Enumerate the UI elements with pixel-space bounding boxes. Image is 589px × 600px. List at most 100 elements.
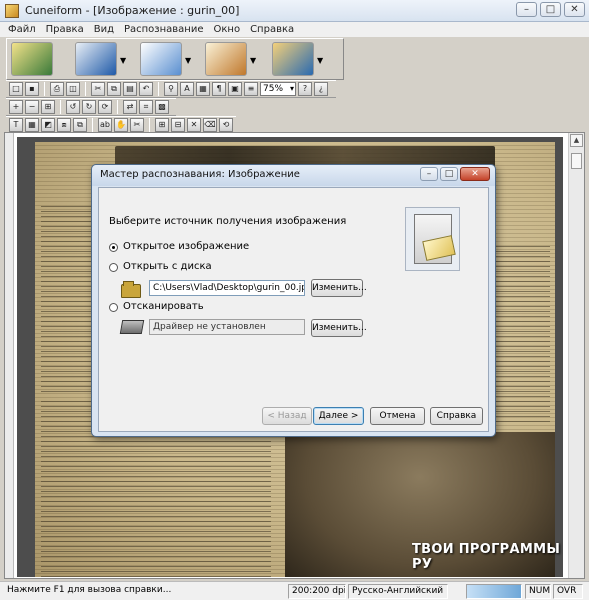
minimize-button[interactable]: – [516,2,537,17]
export-dropdown-icon[interactable]: ▼ [317,56,323,65]
rotate-right-icon[interactable]: ↻ [82,100,96,114]
toolbar-divider [85,82,86,96]
find-icon[interactable]: ⚲ [164,82,178,96]
toolbar-divider [117,100,118,114]
dialog-minimize-button[interactable]: – [420,167,438,181]
print-icon[interactable]: ⎙ [50,82,64,96]
change-file-button[interactable]: Изменить... [311,279,367,297]
delete-icon[interactable]: ✕ [187,118,201,132]
clear-icon[interactable]: ⌫ [203,118,217,132]
export-button-icon[interactable] [272,42,314,76]
image-props-icon[interactable]: ▩ [155,100,169,114]
dialog-close-button[interactable]: ✕ [460,167,490,181]
scanner-button-icon[interactable] [75,42,117,76]
hand-icon[interactable]: ✋ [114,118,128,132]
split-block-icon[interactable]: ⧉ [73,118,87,132]
undo-icon[interactable]: ↶ [139,82,153,96]
status-dpi: 200:200 dpi [288,584,346,599]
source-prompt: Выберите источник получения изображения [109,216,347,227]
menu-file[interactable]: Файл [8,24,36,35]
dialog-titlebar: Мастер распознавания: Изображение – □ ✕ [92,165,495,186]
table-block-icon[interactable]: ▦ [25,118,39,132]
menu-view[interactable]: Вид [94,24,114,35]
fit-page-icon[interactable]: ⊞ [41,100,55,114]
toolbar-divider [60,100,61,114]
flip-icon[interactable]: ⇄ [123,100,137,114]
zoom-in-icon[interactable]: + [9,100,23,114]
status-language: Русско-Английский [348,584,448,599]
paste-icon[interactable]: ▤ [123,82,137,96]
toolbar-standard: □ ▪ ⎙ ◫ ✂ ⧉ ▤ ↶ ⚲ A ▦ ¶ ▣ ≡ 75% ? ¿ [6,80,336,98]
toolbar-divider [44,82,45,96]
cancel-button[interactable]: Отмена [370,407,425,425]
new-icon[interactable]: □ [9,82,23,96]
print-preview-icon[interactable]: ◫ [66,82,80,96]
save-icon[interactable]: ▪ [25,82,39,96]
radio-open-image[interactable] [109,243,118,252]
maximize-button[interactable]: □ [540,2,561,17]
radio-scan[interactable] [109,303,118,312]
spellcheck-button-icon[interactable] [205,42,247,76]
title-bar: Cuneiform - [Изображение : gurin_00] – □… [0,0,589,22]
scroll-up-icon[interactable]: ▲ [570,134,583,147]
table-icon[interactable]: ▦ [196,82,210,96]
hint-icon[interactable]: ? [298,82,312,96]
dialog-maximize-button[interactable]: □ [440,167,458,181]
app-icon [5,3,19,18]
zoom-select[interactable]: 75% [260,82,296,96]
menu-window[interactable]: Окно [214,24,241,35]
window-title: Cuneiform - [Изображение : gurin_00] [25,4,240,17]
add-column-icon[interactable]: ⊟ [171,118,185,132]
recognition-wizard-dialog: Мастер распознавания: Изображение – □ ✕ … [91,164,496,437]
orientation-icon[interactable]: ab [98,118,112,132]
recognize-button-icon[interactable] [140,42,182,76]
status-progress [466,584,522,599]
toolbar-divider [149,118,150,132]
file-path-field[interactable]: C:\Users\Vlad\Desktop\gurin_00.jpg [149,280,305,296]
pilcrow-icon[interactable]: ¶ [212,82,226,96]
option-open-image-label[interactable]: Открытое изображение [123,241,249,252]
rotate-180-icon[interactable]: ⟳ [98,100,112,114]
watermark: ТВОИ ПРОГРАММЫ РУ [412,542,561,572]
option-scan-label[interactable]: Отсканировать [123,301,204,312]
picture-block-icon[interactable]: ◩ [41,118,55,132]
status-num: NUM [525,584,551,599]
next-button[interactable]: Далее > [313,407,364,425]
help-button[interactable]: Справка [430,407,483,425]
text-block-icon[interactable]: T [9,118,23,132]
crop-icon[interactable]: ⌗ [139,100,153,114]
option-open-from-disk-label[interactable]: Открыть с диска [123,261,212,272]
add-row-icon[interactable]: ⊞ [155,118,169,132]
context-help-icon[interactable]: ¿ [314,82,328,96]
scanner-icon [119,320,145,334]
font-icon[interactable]: A [180,82,194,96]
zoom-out-icon[interactable]: − [25,100,39,114]
close-button[interactable]: ✕ [564,2,585,17]
scan-wizard-icon[interactable] [11,42,53,76]
cut-icon[interactable]: ✂ [91,82,105,96]
restore-icon[interactable]: ⟲ [219,118,233,132]
menu-edit[interactable]: Правка [46,24,84,35]
status-ovr: OVR [553,584,583,599]
recognize-dropdown-icon[interactable]: ▼ [185,56,191,65]
dialog-title: Мастер распознавания: Изображение [100,169,300,180]
change-scanner-button[interactable]: Изменить... [311,319,367,337]
rotate-left-icon[interactable]: ↺ [66,100,80,114]
spellcheck-dropdown-icon[interactable]: ▼ [250,56,256,65]
frame-icon[interactable]: ▣ [228,82,242,96]
folder-icon [121,281,141,298]
scroll-thumb[interactable] [571,153,582,169]
menu-recognition[interactable]: Распознавание [124,24,204,35]
back-button[interactable]: < Назад [262,407,312,425]
vertical-scrollbar[interactable]: ▲ [568,133,584,578]
toolbar-view: + − ⊞ ↺ ↻ ⟳ ⇄ ⌗ ▩ [6,98,176,116]
cut-area-icon[interactable]: ✂ [130,118,144,132]
merge-block-icon[interactable]: ⧈ [57,118,71,132]
lines-icon[interactable]: ≡ [244,82,258,96]
copy-icon[interactable]: ⧉ [107,82,121,96]
radio-open-from-disk[interactable] [109,263,118,272]
scanner-dropdown-icon[interactable]: ▼ [120,56,126,65]
wizard-toolbar: ▼ ▼ ▼ ▼ [6,38,344,80]
status-hint: Нажмите F1 для вызова справки... [7,585,172,595]
menu-help[interactable]: Справка [250,24,294,35]
